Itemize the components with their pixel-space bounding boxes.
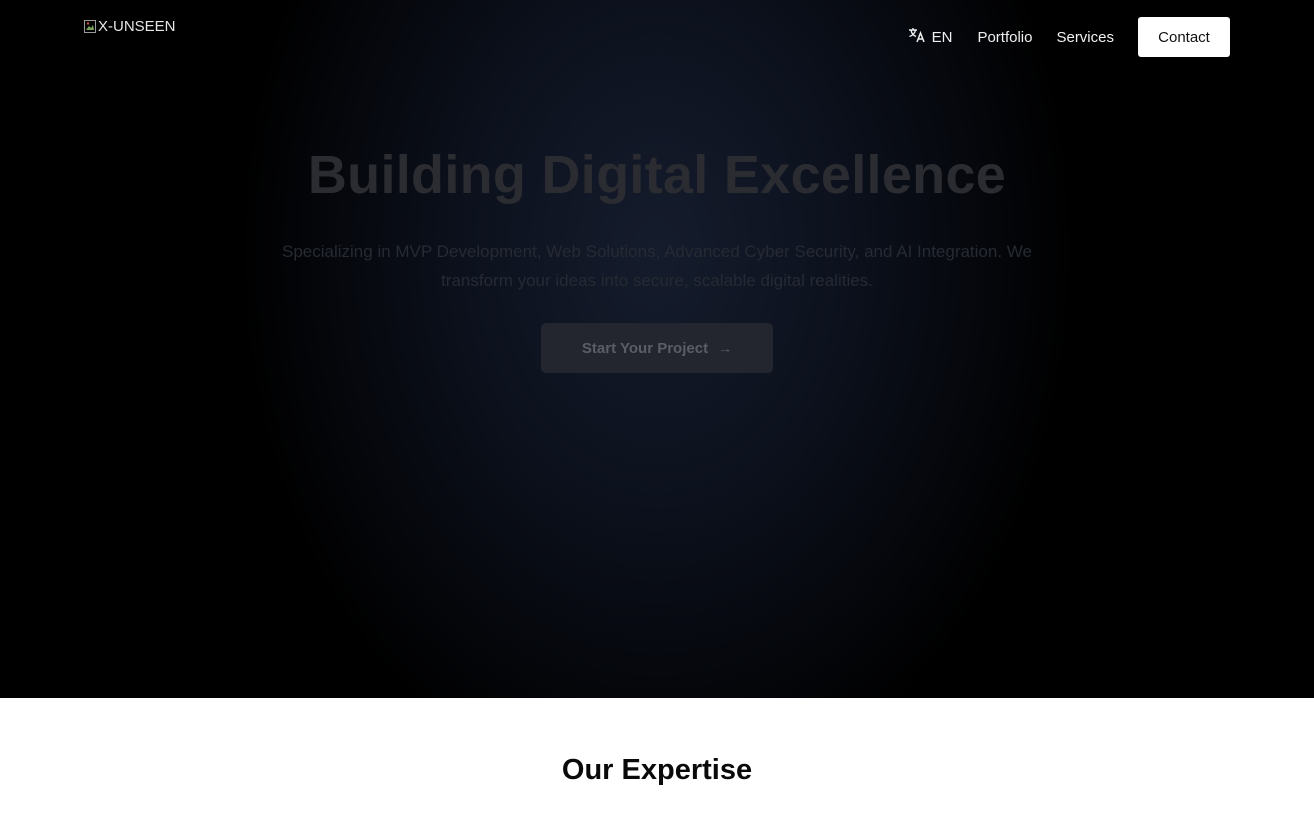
hero-title: Building Digital Excellence xyxy=(307,145,1007,205)
hero-subtitle: Specializing in MVP Development, Web Sol… xyxy=(282,242,1032,290)
language-label: EN xyxy=(931,28,953,46)
broken-image-icon xyxy=(84,20,96,33)
contact-button[interactable]: Contact xyxy=(1138,17,1230,57)
arrow-right-icon: → xyxy=(718,340,733,356)
language-switcher[interactable]: EN xyxy=(908,27,953,47)
nav-link-portfolio[interactable]: Portfolio xyxy=(977,29,1032,46)
logo[interactable]: X-UNSEEN xyxy=(84,18,176,35)
top-navigation: X-UNSEEN EN Portfolio Services Contact xyxy=(0,0,1314,74)
hero-section: X-UNSEEN EN Portfolio Services Contact B… xyxy=(0,0,1314,698)
expertise-section-title: Our Expertise xyxy=(561,754,753,786)
logo-alt-text: X-UNSEEN xyxy=(98,18,176,35)
translate-icon xyxy=(908,27,926,47)
cta-label: Start Your Project xyxy=(581,339,709,357)
nav-link-services[interactable]: Services xyxy=(1056,29,1114,46)
nav-actions: EN Portfolio Services Contact xyxy=(908,17,1230,57)
start-project-button[interactable]: Start Your Project → xyxy=(541,323,773,373)
